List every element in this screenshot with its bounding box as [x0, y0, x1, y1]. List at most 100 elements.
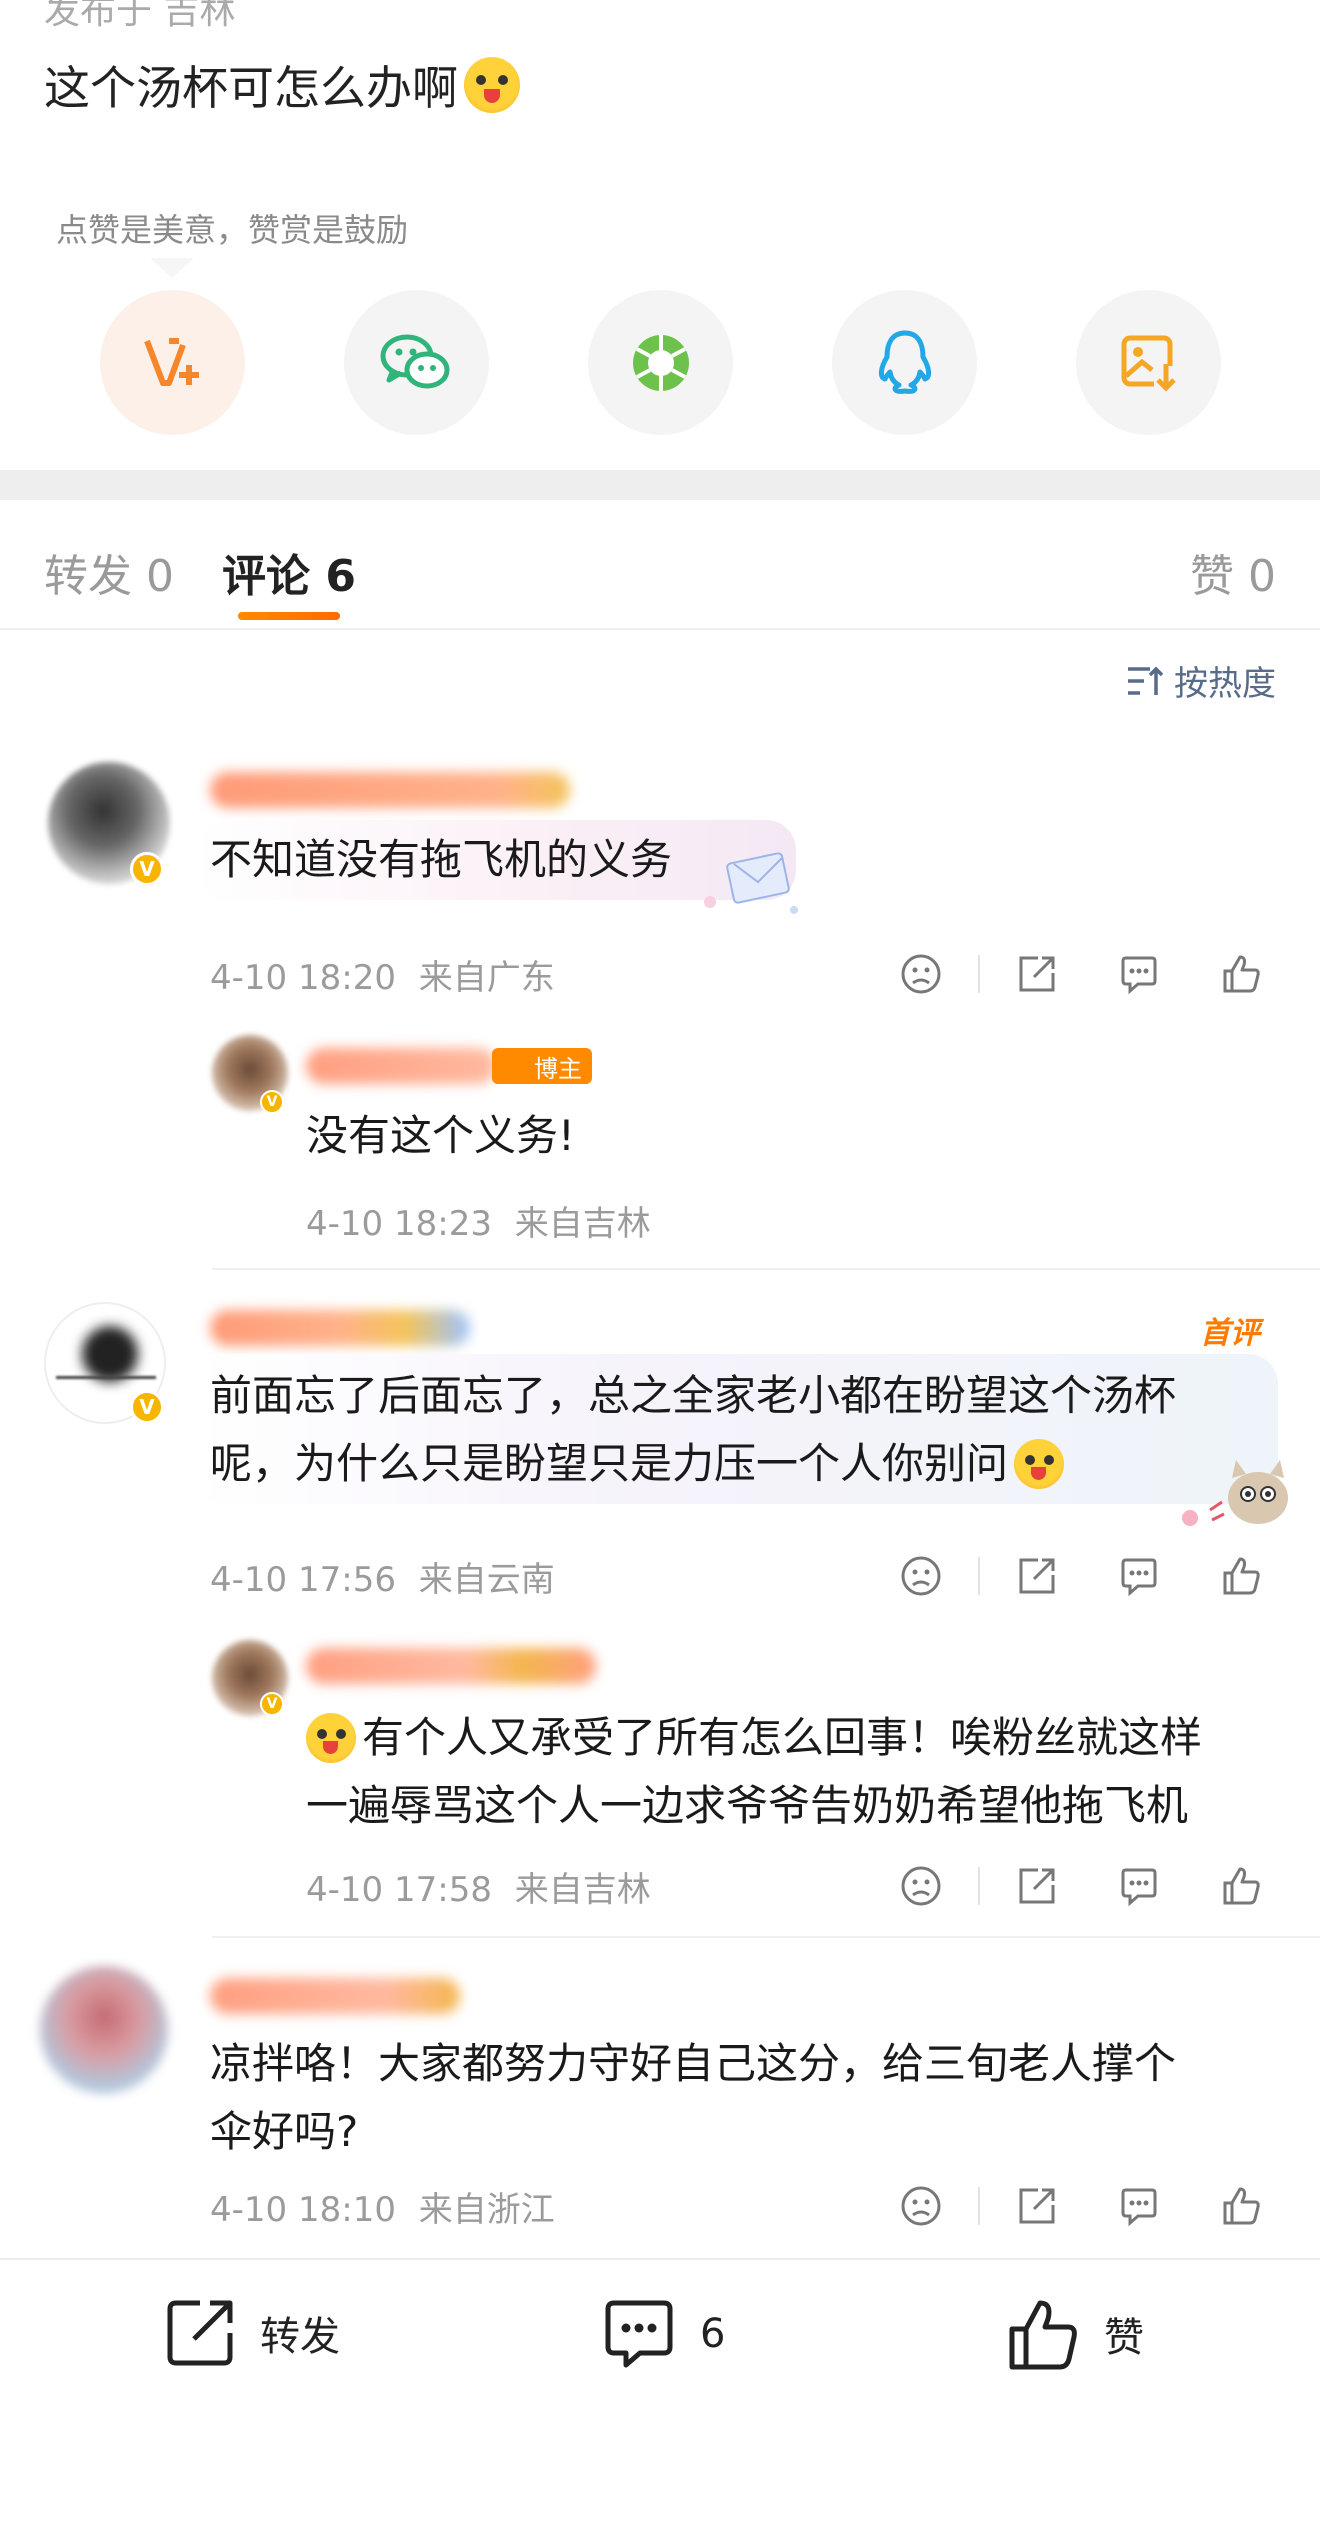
reply-location: 来自吉林	[514, 1870, 651, 1910]
sad-face-icon	[901, 1556, 941, 1596]
reply-username[interactable]	[306, 1648, 596, 1684]
section-divider	[0, 470, 1320, 500]
verified-badge-icon: V	[260, 1090, 284, 1114]
first-comment-badge: 首评	[1200, 1316, 1260, 1351]
avatar[interactable]	[40, 1966, 168, 2094]
comment-icon	[1121, 956, 1157, 995]
verified-badge-icon: V	[260, 1692, 284, 1716]
comment-actions	[870, 2176, 1292, 2236]
qq-icon	[878, 330, 931, 394]
share-qq-button[interactable]	[832, 290, 977, 435]
reply-meta: 4-10 17:58 来自吉林	[306, 1862, 651, 1911]
share-icon	[1019, 1868, 1055, 1904]
action-divider	[978, 1557, 980, 1595]
comment-location: 来自浙江	[418, 2190, 555, 2230]
wechat-icon	[380, 334, 449, 388]
dislike-button[interactable]	[870, 1546, 972, 1606]
share-icon	[167, 2300, 233, 2366]
sort-label: 按热度	[1174, 664, 1276, 704]
verified-badge-icon: V	[130, 1390, 164, 1424]
dislike-button[interactable]	[870, 2176, 972, 2236]
tab-divider	[0, 628, 1320, 630]
reply-button[interactable]	[1088, 2176, 1190, 2236]
comment-icon	[1121, 1558, 1157, 1597]
sad-face-icon	[901, 2186, 941, 2226]
thumbs-up-icon	[1223, 1867, 1260, 1905]
bottom-comment-count: 6	[700, 2311, 726, 2357]
tip-arrow	[150, 258, 194, 278]
reply-button[interactable]	[1088, 1856, 1190, 1916]
bottom-like-button[interactable]: 赞	[1004, 2295, 1144, 2373]
comment-time: 4-10 18:10	[210, 2190, 396, 2230]
like-button[interactable]	[1190, 1856, 1292, 1916]
dislike-button[interactable]	[870, 1856, 972, 1916]
bottom-comment-button[interactable]: 6	[600, 2295, 725, 2373]
reply-button[interactable]	[1088, 944, 1190, 1004]
repost-button[interactable]	[986, 1856, 1088, 1916]
comment-meta: 4-10 17:56 来自云南	[210, 1552, 555, 1601]
reply-actions	[870, 1856, 1292, 1916]
bottom-like-label: 赞	[1104, 2315, 1144, 2361]
tongue-emoji-icon	[464, 57, 520, 113]
reply-meta: 4-10 18:23 来自吉林	[306, 1196, 651, 1245]
reply-text-line2: 一遍辱骂这个人一边求爷爷告奶奶希望他拖飞机	[306, 1781, 1189, 1830]
username[interactable]	[210, 1978, 460, 2014]
dislike-button[interactable]	[870, 944, 972, 1004]
like-button[interactable]	[1190, 1546, 1292, 1606]
comment-location: 来自广东	[418, 958, 555, 998]
comment-text-line2: 伞好吗?	[210, 2107, 359, 2156]
comment-meta: 4-10 18:10 来自浙江	[210, 2182, 555, 2231]
sort-icon	[1128, 666, 1164, 695]
sad-face-icon	[901, 954, 941, 994]
reply-text: 没有这个义务!	[306, 1111, 575, 1160]
post-location-cut: 发布于 吉林	[44, 0, 236, 32]
username[interactable]	[210, 1310, 470, 1346]
thumbs-up-icon	[1223, 1557, 1260, 1595]
like-button[interactable]	[1190, 944, 1292, 1004]
comment-text: 不知道没有拖飞机的义务	[210, 835, 673, 884]
comment-text-line1: 凉拌咯！大家都努力守好自己这分，给三旬老人撑个	[210, 2039, 1177, 2088]
envelope-sticker-icon	[704, 852, 798, 914]
tab-repost[interactable]: 转发 0	[44, 540, 174, 604]
share-moments-button[interactable]	[588, 290, 733, 435]
username[interactable]	[210, 772, 570, 808]
bottom-repost-button[interactable]: 转发	[162, 2295, 340, 2371]
repost-button[interactable]	[986, 1546, 1088, 1606]
reply-button[interactable]	[1088, 1546, 1190, 1606]
comment-separator	[212, 1268, 1320, 1270]
comment-icon	[1121, 1868, 1157, 1907]
save-image-button[interactable]	[1076, 290, 1221, 435]
share-wechat-button[interactable]	[344, 290, 489, 435]
comment-icon	[1121, 2188, 1157, 2227]
share-icon	[1019, 1558, 1055, 1594]
tab-comments[interactable]: 评论 6	[222, 540, 356, 604]
comment-time: 4-10 18:20	[210, 958, 396, 998]
comment-location: 来自云南	[418, 1560, 555, 1600]
tab-likes[interactable]: 赞 0	[1190, 540, 1276, 604]
reward-tip: 点赞是美意，赞赏是鼓励	[56, 211, 409, 249]
sad-face-icon	[901, 1866, 941, 1906]
comment-text-line1: 前面忘了后面忘了，总之全家老小都在盼望这个汤杯	[210, 1371, 1177, 1420]
action-divider	[978, 2187, 980, 2225]
post-text: 这个汤杯可怎么办啊	[44, 52, 520, 118]
moments-icon	[632, 334, 689, 391]
reply-text-line1: 有个人又承受了所有怎么回事！唉粉丝就这样	[306, 1704, 1202, 1772]
reward-button[interactable]	[100, 290, 245, 435]
bottom-bar-divider	[0, 2258, 1320, 2260]
reply-time: 4-10 17:58	[306, 1870, 492, 1910]
repost-button[interactable]	[986, 2176, 1088, 2236]
thumbs-up-icon	[1009, 2300, 1077, 2370]
repost-button[interactable]	[986, 944, 1088, 1004]
action-divider	[978, 955, 980, 993]
comment-actions	[870, 1546, 1292, 1606]
bottom-repost-label: 转发	[260, 2314, 340, 2360]
reply-username[interactable]	[306, 1048, 496, 1084]
verified-badge-icon: V	[130, 852, 164, 886]
like-button[interactable]	[1190, 2176, 1292, 2236]
thumbs-up-icon	[1223, 955, 1260, 993]
sort-button[interactable]: 按热度	[1126, 656, 1276, 705]
comment-time: 4-10 17:56	[210, 1560, 396, 1600]
share-icon	[1019, 2188, 1055, 2224]
cat-sticker-icon	[1182, 1460, 1288, 1526]
action-divider	[978, 1867, 980, 1905]
